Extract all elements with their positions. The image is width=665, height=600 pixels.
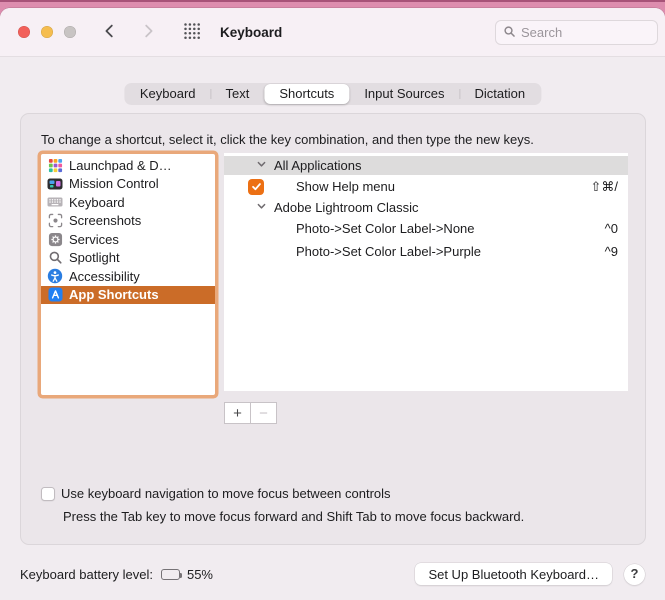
tab-label: Text bbox=[225, 86, 250, 101]
add-remove-controls: + − bbox=[224, 402, 277, 424]
search-input[interactable] bbox=[521, 25, 641, 40]
show-all-button[interactable] bbox=[178, 20, 206, 44]
tab-label: Keyboard bbox=[139, 86, 196, 101]
tab-shortcuts[interactable]: Shortcuts bbox=[264, 84, 350, 104]
window-title: Keyboard bbox=[220, 24, 283, 40]
mission-control-icon bbox=[47, 176, 63, 192]
minimize-button[interactable] bbox=[41, 26, 53, 38]
forward-button[interactable] bbox=[134, 20, 162, 44]
shortcut-group-header[interactable]: All Applications bbox=[224, 156, 628, 175]
shortcut-row[interactable]: Show Help menu ⇧⌘/ bbox=[224, 175, 628, 198]
sidebar-item-spotlight[interactable]: Spotlight bbox=[41, 249, 215, 268]
tab-label: Shortcuts bbox=[279, 86, 335, 101]
tab-input-sources[interactable]: Input Sources bbox=[349, 84, 459, 104]
sidebar-item-label: Accessibility bbox=[69, 268, 140, 284]
sidebar-item-services[interactable]: Services bbox=[41, 230, 215, 249]
shortcut-action-label: Photo->Set Color Label->Purple bbox=[296, 244, 482, 259]
sidebar-item-screenshots[interactable]: Screenshots bbox=[41, 212, 215, 231]
setup-bluetooth-keyboard-button[interactable]: Set Up Bluetooth Keyboard… bbox=[415, 563, 612, 585]
shortcut-row[interactable]: Photo->Set Color Label->Purple ^9 bbox=[224, 240, 628, 263]
remove-shortcut-button[interactable]: − bbox=[250, 402, 277, 424]
search-icon bbox=[503, 25, 516, 41]
chevron-down-icon bbox=[256, 158, 267, 173]
keyboard-navigation-subtext: Press the Tab key to move focus forward … bbox=[63, 509, 525, 524]
help-button[interactable]: ? bbox=[624, 563, 645, 585]
footer-bar: Keyboard battery level: 55% Set Up Bluet… bbox=[0, 562, 665, 586]
grid-icon bbox=[183, 22, 201, 43]
sidebar-item-label: Spotlight bbox=[69, 250, 120, 266]
sidebar-item-keyboard[interactable]: Keyboard bbox=[41, 193, 215, 212]
tab-label: Input Sources bbox=[364, 86, 445, 101]
zoom-button-disabled bbox=[64, 26, 76, 38]
sidebar-item-label: Screenshots bbox=[69, 213, 142, 229]
shortcut-key-combo: ^9 bbox=[604, 244, 618, 259]
chevron-left-icon bbox=[101, 22, 119, 43]
sidebar-item-label: Services bbox=[69, 231, 119, 247]
sidebar-item-launchpad-d[interactable]: Launchpad & D… bbox=[41, 156, 215, 175]
app-list: Launchpad & D… Mission Control Keyboard … bbox=[41, 154, 215, 395]
traffic-lights bbox=[18, 26, 76, 38]
accessibility-icon bbox=[47, 268, 63, 284]
instruction-text: To change a shortcut, select it, click t… bbox=[41, 132, 534, 147]
shortcut-group-label: Adobe Lightroom Classic bbox=[274, 200, 419, 215]
shortcut-action-label: Show Help menu bbox=[296, 179, 395, 194]
tab-dictation[interactable]: Dictation bbox=[459, 84, 541, 104]
shortcut-key-combo: ⇧⌘/ bbox=[590, 178, 618, 194]
sidebar-item-label: Mission Control bbox=[69, 176, 159, 192]
battery-icon bbox=[160, 568, 183, 580]
keyboard-navigation-option: Use keyboard navigation to move focus be… bbox=[41, 486, 391, 501]
spotlight-icon bbox=[47, 250, 63, 266]
sidebar-item-app-shortcuts[interactable]: App Shortcuts bbox=[41, 285, 215, 304]
desktop: Keyboard Keyboard Text Shortcuts Input Sour… bbox=[0, 0, 665, 600]
keyboard-navigation-checkbox[interactable] bbox=[41, 486, 55, 501]
sidebar-item-label: Launchpad & D… bbox=[69, 157, 172, 173]
battery-percent: 55% bbox=[186, 566, 213, 582]
chevron-down-icon bbox=[256, 200, 267, 215]
shortcut-enabled-checkbox[interactable] bbox=[248, 178, 264, 195]
shortcut-key-combo: ^0 bbox=[604, 221, 618, 236]
system-preferences-window: Keyboard Keyboard Text Shortcuts Input Sour… bbox=[0, 8, 665, 600]
sidebar-item-label: Keyboard bbox=[69, 194, 125, 210]
screenshots-icon bbox=[47, 213, 63, 229]
sidebar-item-label: App Shortcuts bbox=[69, 287, 159, 303]
services-icon bbox=[47, 231, 63, 247]
tab-text[interactable]: Text bbox=[210, 84, 265, 104]
battery-label: Keyboard battery level: bbox=[20, 566, 153, 582]
shortcut-group-label: All Applications bbox=[274, 158, 362, 173]
launchpad-icon bbox=[47, 157, 63, 173]
titlebar: Keyboard bbox=[0, 8, 665, 57]
sidebar-item-accessibility[interactable]: Accessibility bbox=[41, 267, 215, 286]
chevron-right-icon bbox=[139, 22, 157, 43]
search-field[interactable] bbox=[495, 20, 658, 45]
tab-label: Dictation bbox=[474, 86, 526, 101]
keyboard-navigation-label: Use keyboard navigation to move focus be… bbox=[61, 486, 391, 501]
shortcuts-table: All Applications Show Help menu ⇧⌘/ Adob… bbox=[224, 153, 628, 391]
shortcut-action-label: Photo->Set Color Label->None bbox=[296, 221, 475, 236]
keyboard-icon bbox=[47, 194, 63, 210]
shortcut-row[interactable]: Photo->Set Color Label->None ^0 bbox=[224, 217, 628, 240]
app-shortcuts-icon bbox=[47, 287, 63, 303]
close-button[interactable] bbox=[18, 26, 30, 38]
tab-keyboard[interactable]: Keyboard bbox=[125, 84, 211, 104]
back-button[interactable] bbox=[96, 20, 124, 44]
add-shortcut-button[interactable]: + bbox=[224, 402, 251, 424]
sidebar-item-mission-control[interactable]: Mission Control bbox=[41, 175, 215, 194]
shortcut-group-header[interactable]: Adobe Lightroom Classic bbox=[224, 198, 628, 217]
tab-bar: Keyboard Text Shortcuts Input Sources Dictat… bbox=[123, 83, 542, 105]
shortcuts-groupbox: To change a shortcut, select it, click t… bbox=[20, 113, 646, 545]
